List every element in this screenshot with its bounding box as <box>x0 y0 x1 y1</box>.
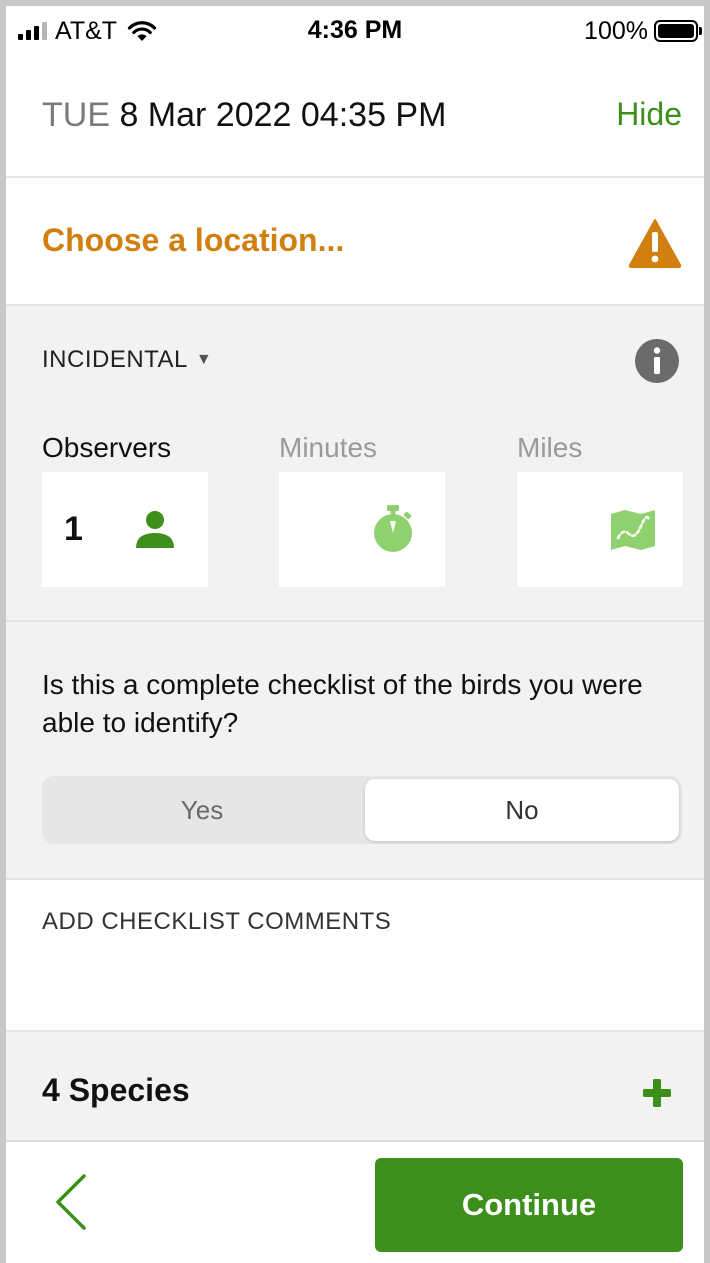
choose-location-link[interactable]: Choose a location... <box>42 222 344 259</box>
app-screen: AT&T 4:36 PM 100% TUE 8 Mar 2022 04:35 P… <box>6 6 704 1263</box>
info-icon[interactable] <box>634 338 680 384</box>
plus-icon[interactable] <box>642 1078 672 1108</box>
battery-percent: 100% <box>584 16 648 45</box>
observers-field[interactable]: 1 <box>42 472 208 587</box>
complete-checklist-question: Is this a complete checklist of the bird… <box>42 669 643 738</box>
checklist-comments-field[interactable]: ADD CHECKLIST COMMENTS <box>6 878 704 1030</box>
minutes-field[interactable] <box>279 472 445 587</box>
stopwatch-icon <box>374 505 412 552</box>
effort-section: INCIDENTAL ▼ Observers Minutes Miles 1 I… <box>6 306 704 878</box>
hide-button[interactable]: Hide <box>616 96 682 133</box>
section-divider <box>6 620 704 622</box>
location-row[interactable]: Choose a location... <box>6 178 704 306</box>
date-time-value: 8 Mar 2022 04:35 PM <box>119 96 447 134</box>
miles-label: Miles <box>517 432 583 463</box>
species-count: 4 Species <box>42 1072 190 1108</box>
miles-field[interactable] <box>517 472 683 587</box>
back-chevron-icon[interactable] <box>48 1172 92 1232</box>
checklist-header: TUE 8 Mar 2022 04:35 PM Hide <box>6 54 704 178</box>
species-row[interactable]: 4 Species <box>6 1030 704 1142</box>
continue-button[interactable]: Continue <box>375 1158 683 1252</box>
observers-value: 1 <box>64 510 83 548</box>
protocol-value: INCIDENTAL <box>42 346 188 373</box>
minutes-label: Minutes <box>279 432 378 463</box>
dropdown-triangle-icon: ▼ <box>195 351 213 368</box>
warning-triangle-icon <box>628 219 682 268</box>
status-right: 100% <box>584 16 702 46</box>
no-option[interactable]: No <box>365 779 679 841</box>
bottom-bar: Continue <box>6 1142 704 1263</box>
comments-placeholder: ADD CHECKLIST COMMENTS <box>42 908 392 935</box>
checklist-date-time[interactable]: TUE 8 Mar 2022 04:35 PM <box>42 96 446 135</box>
person-icon <box>136 511 174 548</box>
map-icon <box>611 510 655 550</box>
yes-option[interactable]: Yes <box>45 779 359 841</box>
observers-label: Observers <box>42 432 172 463</box>
day-of-week: TUE <box>42 96 110 134</box>
battery-icon <box>654 20 702 42</box>
complete-checklist-toggle[interactable]: Yes No <box>42 776 682 844</box>
protocol-dropdown[interactable]: INCIDENTAL ▼ <box>42 346 212 374</box>
status-bar: AT&T 4:36 PM 100% <box>6 6 704 54</box>
